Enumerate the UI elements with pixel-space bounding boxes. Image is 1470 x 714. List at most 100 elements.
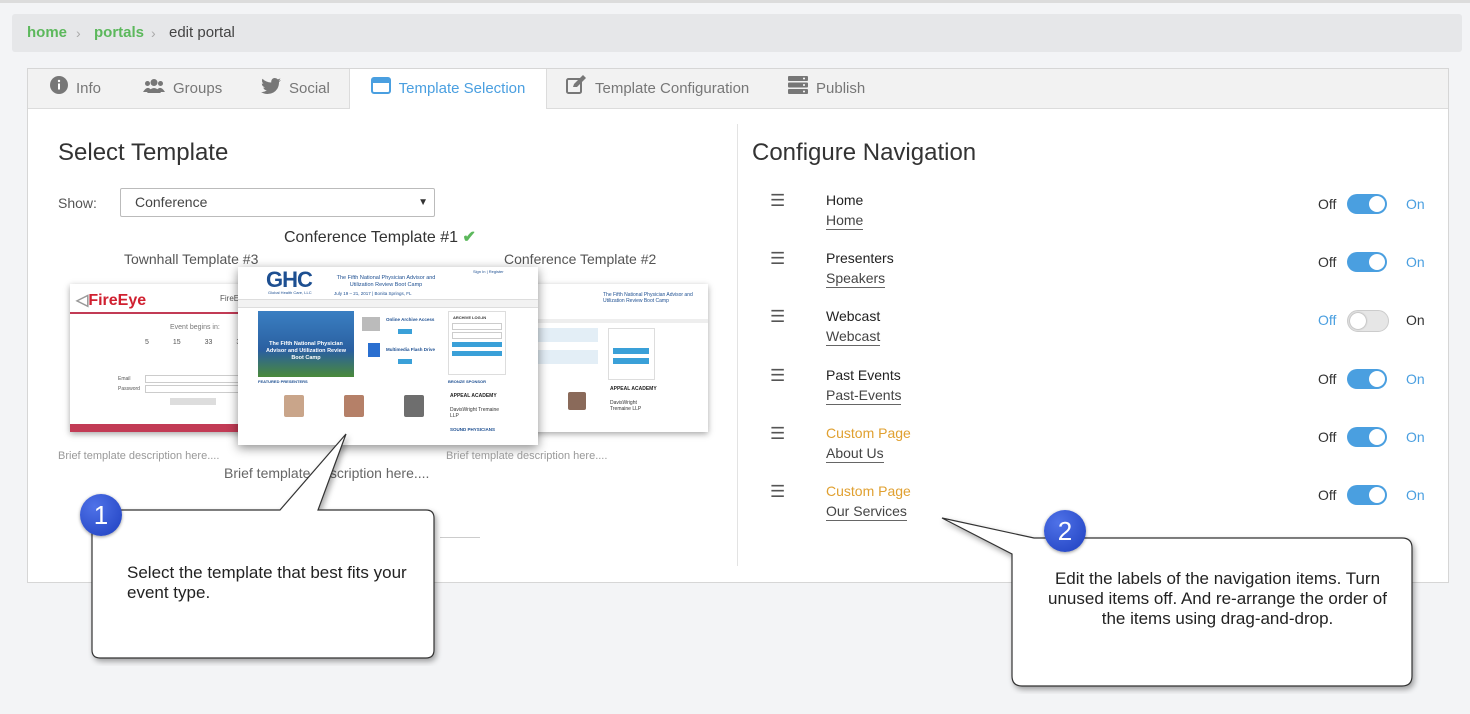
chevron-right-icon: › xyxy=(76,25,81,41)
toggle-on-label: On xyxy=(1406,196,1425,212)
thumb-button xyxy=(452,351,502,356)
tab-template-selection[interactable]: Template Selection xyxy=(349,69,547,109)
breadcrumb-current: edit portal xyxy=(169,24,235,41)
nav-item-label-input[interactable]: Our Services xyxy=(826,503,907,521)
visibility-toggle-group: Off On xyxy=(1318,194,1428,216)
info-circle-icon xyxy=(50,70,68,109)
conference-title: The Fifth National Physician Advisor and… xyxy=(336,275,436,288)
drag-handle-icon[interactable]: ☰ xyxy=(770,424,785,444)
archive-heading: ARCHIVE LOG-IN xyxy=(453,315,487,320)
thumb-rule xyxy=(70,312,250,314)
toggle-knob xyxy=(1369,371,1385,387)
visibility-toggle[interactable] xyxy=(1347,194,1387,214)
event-begins-text: Event begins in: xyxy=(170,324,220,331)
breadcrumb-home-link[interactable]: home xyxy=(27,14,67,52)
nav-item[interactable]: ☰ Webcast Webcast Off On xyxy=(752,307,1425,365)
visibility-toggle[interactable] xyxy=(1347,252,1387,272)
edit-icon xyxy=(566,70,587,109)
template-category-select[interactable]: Conference ▼ xyxy=(120,188,435,217)
toggle-on-label: On xyxy=(1406,429,1425,445)
thumb-nav xyxy=(238,299,538,308)
online-archive-text: Online Archive Access xyxy=(386,317,435,322)
tab-label: Social xyxy=(289,80,330,97)
breadcrumb: home › portals › edit portal xyxy=(12,14,1462,52)
server-icon xyxy=(788,70,808,109)
nav-item[interactable]: ☰ Presenters Speakers Off On xyxy=(752,249,1425,307)
laptop-image xyxy=(362,317,380,331)
tab-template-configuration[interactable]: Template Configuration xyxy=(566,69,749,108)
top-border xyxy=(0,0,1470,3)
callout-1-number: 1 xyxy=(80,494,122,536)
visibility-toggle-group: Off On xyxy=(1318,427,1428,449)
show-label: Show: xyxy=(58,195,97,211)
flash-drive-text: Multimedia Flash Drive xyxy=(386,347,436,352)
thumb-item xyxy=(538,328,598,342)
nav-item-type: Presenters xyxy=(826,250,894,266)
tab-publish[interactable]: Publish xyxy=(788,69,865,108)
toggle-on-label: On xyxy=(1406,487,1425,503)
window-icon xyxy=(370,70,391,109)
tab-label: Info xyxy=(76,80,102,97)
template-name: Townhall Template #3 xyxy=(124,251,259,267)
conference-date: July 19 – 21, 2017 | Bonita Springs, FL xyxy=(334,291,412,296)
thumb-button xyxy=(613,348,649,354)
hero-text: The Fifth National Physician Advisor and… xyxy=(265,341,347,361)
nav-item[interactable]: ☰ Home Home Off On xyxy=(752,191,1425,249)
toggle-off-label: Off xyxy=(1318,487,1337,503)
nav-item[interactable]: ☰ Past Events Past-Events Off On xyxy=(752,366,1425,424)
thumb-field xyxy=(452,332,502,339)
archive-login-box: ARCHIVE LOG-IN xyxy=(448,311,506,375)
visibility-toggle-group: Off On xyxy=(1318,310,1428,332)
toggle-off-label: Off xyxy=(1318,371,1337,387)
callout-1-text: Select the template that best fits your … xyxy=(127,563,407,602)
nav-item-label-input[interactable]: Speakers xyxy=(826,270,886,288)
drag-handle-icon[interactable]: ☰ xyxy=(770,366,785,386)
tab-info[interactable]: Info xyxy=(50,69,101,108)
thumb-button xyxy=(613,358,649,364)
featured-presenters-heading: FEATURED PRESENTERS xyxy=(258,379,308,384)
tab-social[interactable]: Social xyxy=(261,69,330,108)
nav-item-label-input[interactable]: Webcast xyxy=(826,328,881,346)
tab-groups[interactable]: Groups xyxy=(143,69,222,108)
sign-in-link: Sign In | Register xyxy=(473,269,504,274)
thumb-nav xyxy=(508,319,708,323)
townhall-template-thumbnail[interactable]: ◁FireEye FireEye Event begins in: 5 15 3… xyxy=(70,284,250,432)
template-name-selected: Conference Template #1 ✔ xyxy=(284,229,476,246)
drag-handle-icon[interactable]: ☰ xyxy=(770,307,785,327)
toggle-knob xyxy=(1350,313,1366,329)
nav-item-type: Webcast xyxy=(826,308,881,324)
presenter-photo xyxy=(404,395,424,417)
nav-item-type: Past Events xyxy=(826,367,901,383)
password-label: Password xyxy=(118,386,140,392)
nav-item-label-input[interactable]: Past-Events xyxy=(826,387,902,405)
visibility-toggle[interactable] xyxy=(1347,427,1387,447)
thumb-item xyxy=(538,350,598,364)
carousel-indicator[interactable] xyxy=(440,537,480,538)
nav-item-label-input[interactable]: Home xyxy=(826,212,864,230)
drag-handle-icon[interactable]: ☰ xyxy=(770,482,785,502)
conference-template-2-thumbnail[interactable]: The Fifth National Physician Advisor and… xyxy=(508,284,708,432)
visibility-toggle[interactable] xyxy=(1347,485,1387,505)
visibility-toggle-group: Off On xyxy=(1318,485,1428,507)
visibility-toggle[interactable] xyxy=(1347,310,1389,332)
submit-button xyxy=(170,398,216,405)
breadcrumb-portals-link[interactable]: portals xyxy=(94,14,144,52)
toggle-knob xyxy=(1369,196,1385,212)
nav-item-label-input[interactable]: About Us xyxy=(826,445,884,463)
toggle-on-label: On xyxy=(1406,254,1425,270)
visibility-toggle[interactable] xyxy=(1347,369,1387,389)
hero-image: The Fifth National Physician Advisor and… xyxy=(258,311,354,377)
drag-handle-icon[interactable]: ☰ xyxy=(770,191,785,211)
thumb-field xyxy=(452,323,502,330)
drag-handle-icon[interactable]: ☰ xyxy=(770,249,785,269)
password-field xyxy=(145,385,247,393)
toggle-off-label: Off xyxy=(1318,196,1337,212)
toggle-knob xyxy=(1369,487,1385,503)
nav-item[interactable]: ☰ Custom Page About Us Off On xyxy=(752,424,1425,482)
select-value: Conference xyxy=(135,194,208,210)
twitter-icon xyxy=(261,70,281,109)
toggle-knob xyxy=(1369,429,1385,445)
navigation-list: ☰ Home Home Off On ☰ Presenters Speakers Off On ☰ W… xyxy=(752,191,1432,551)
tab-label: Template Selection xyxy=(398,80,526,97)
sponsor-logo: APPEAL ACADEMY xyxy=(450,393,497,399)
